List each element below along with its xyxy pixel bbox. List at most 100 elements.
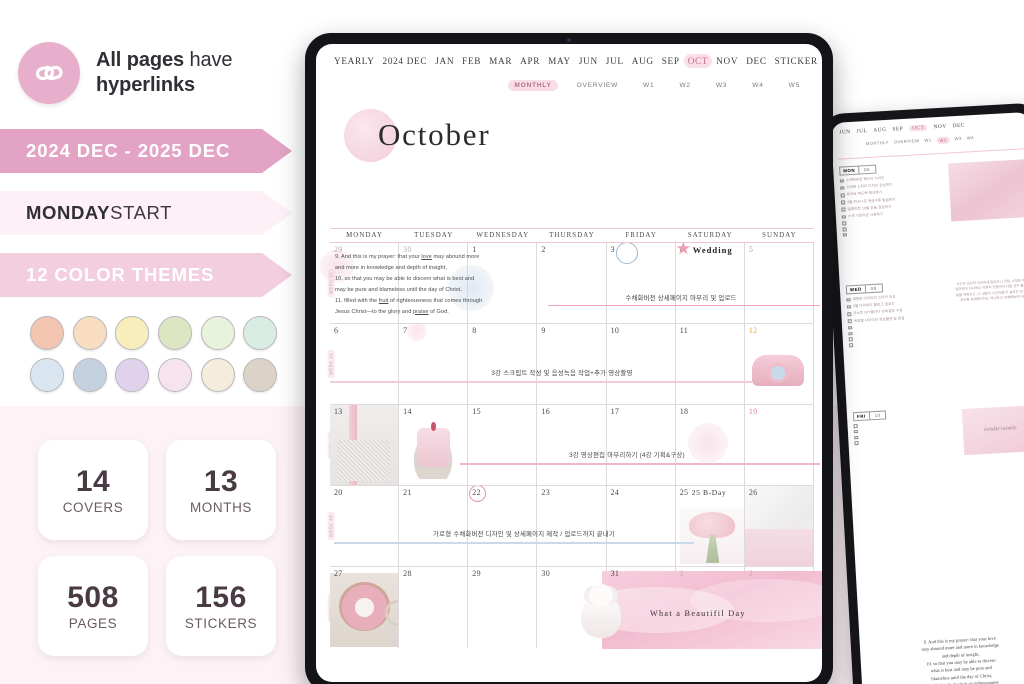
calendar-cell[interactable]: 9 [537, 324, 607, 404]
checkbox-icon[interactable] [841, 207, 846, 212]
checkbox-icon[interactable] [840, 186, 844, 191]
checkbox-icon[interactable] [848, 343, 853, 348]
nav-month-sep[interactable]: SEP [658, 54, 684, 68]
nav-month-jun[interactable]: JUN [575, 54, 602, 68]
color-swatch[interactable] [243, 358, 278, 392]
checkbox-icon[interactable] [853, 424, 858, 428]
checkbox-icon[interactable] [839, 179, 844, 183]
checkbox-icon[interactable] [846, 297, 851, 302]
color-swatch[interactable] [115, 316, 150, 350]
color-swatch[interactable] [72, 358, 107, 392]
checkbox-icon[interactable] [848, 337, 853, 342]
checkbox-icon[interactable] [848, 331, 853, 336]
calendar-cell[interactable]: 13 [330, 405, 400, 485]
nav-sub-w5[interactable]: W5 [783, 80, 806, 91]
checkbox-icon[interactable] [847, 312, 852, 317]
nav-sub-w4[interactable]: W4 [746, 80, 769, 91]
nav-month-may[interactable]: MAY [544, 54, 575, 68]
checkbox-icon[interactable] [842, 221, 846, 226]
right-nav-sub-item[interactable]: W1 [924, 137, 931, 144]
calendar-cell[interactable]: 18 [676, 405, 745, 485]
calendar-cell[interactable]: 29 [468, 567, 538, 648]
right-nav-sub-item-active[interactable]: W2 [936, 136, 950, 145]
calendar-cell[interactable]: 7 [399, 324, 469, 404]
checkbox-icon[interactable] [847, 325, 852, 330]
right-nav-month[interactable]: JUL [856, 128, 867, 135]
calendar-cell[interactable]: 24 [607, 486, 676, 566]
color-swatch[interactable] [72, 316, 107, 350]
checkbox-icon[interactable] [842, 233, 847, 237]
color-swatch[interactable] [158, 316, 192, 350]
checkbox-icon[interactable] [847, 319, 852, 324]
event-bar[interactable] [330, 381, 752, 383]
nav-month-apr[interactable]: APR [516, 54, 544, 68]
color-swatch[interactable] [30, 316, 64, 350]
nav-month-oct-active[interactable]: OCT [683, 54, 713, 68]
calendar-cell[interactable]: 27 [330, 567, 400, 648]
calendar-cell[interactable]: 25 25 B-Day [676, 486, 745, 566]
nav-month-nov[interactable]: NOV [712, 54, 742, 68]
checkbox-icon[interactable] [842, 227, 847, 232]
calendar-cell[interactable]: 3 [607, 243, 676, 323]
color-swatch[interactable] [115, 358, 150, 392]
nav-sub-overview[interactable]: OVERVIEW [571, 80, 624, 91]
calendar-cell[interactable]: 6 [330, 324, 400, 404]
calendar-cell[interactable]: 12 [745, 324, 814, 404]
calendar-cell[interactable]: 19 [745, 405, 814, 485]
checkbox-icon[interactable] [854, 441, 859, 446]
calendar-cell[interactable]: 26 [744, 486, 814, 566]
event-bar[interactable] [334, 542, 694, 544]
calendar-cell[interactable]: 14 [399, 405, 469, 485]
nav-month-sticker[interactable]: STICKER [771, 54, 822, 68]
calendar-cell[interactable]: 17 [607, 405, 676, 485]
calendar-cell[interactable]: 11 [676, 324, 745, 404]
color-swatch[interactable] [243, 316, 278, 350]
calendar-cell[interactable]: 8 [468, 324, 538, 404]
nav-month-mar[interactable]: MAR [485, 54, 516, 68]
calendar-cell[interactable]: 15 [468, 405, 538, 485]
checkbox-icon[interactable] [853, 429, 858, 434]
nav-sub-w2[interactable]: W2 [673, 80, 696, 91]
checkbox-icon[interactable] [854, 435, 858, 440]
color-swatch[interactable] [30, 358, 64, 392]
calendar-cell[interactable]: 20 [330, 486, 400, 566]
calendar-cell[interactable]: 28 [399, 567, 469, 648]
right-nav-month[interactable]: DEC [952, 123, 965, 130]
right-nav-month[interactable]: JUN [839, 129, 851, 136]
calendar-cell[interactable]: 21 [399, 486, 469, 566]
nav-sub-monthly-active[interactable]: MONTHLY [508, 80, 558, 91]
nav-month-jul[interactable]: JUL [602, 54, 628, 68]
calendar-cell[interactable]: 5 [745, 243, 814, 323]
nav-month-yearly[interactable]: YEARLY [330, 54, 379, 68]
right-nav-month[interactable]: AUG [873, 127, 887, 134]
nav-month-jan[interactable]: JAN [431, 54, 458, 68]
calendar-cell[interactable]: 10 [607, 324, 676, 404]
checkbox-icon[interactable] [841, 215, 846, 219]
event-bar[interactable] [460, 463, 820, 465]
right-nav-month-active[interactable]: OCT [909, 124, 928, 132]
right-nav-sub-item[interactable]: OVERVIEW [894, 138, 920, 146]
nav-month-feb[interactable]: FEB [458, 54, 485, 68]
nav-month-dec[interactable]: DEC [742, 54, 770, 68]
calendar-cell[interactable]: 23 [537, 486, 607, 566]
right-nav-month[interactable]: NOV [933, 124, 947, 131]
color-swatch[interactable] [200, 316, 235, 350]
nav-month-aug[interactable]: AUG [628, 54, 658, 68]
checkbox-icon[interactable] [840, 200, 845, 205]
color-swatch[interactable] [200, 358, 235, 392]
calendar-cell[interactable]: 16 [537, 405, 607, 485]
color-swatch[interactable] [158, 358, 192, 392]
calendar-cell[interactable]: 22 [468, 486, 538, 566]
checkbox-icon[interactable] [846, 305, 851, 309]
right-nav-sub-item[interactable]: W3 [954, 136, 961, 143]
calendar-cell[interactable]: 4 ☆ ★ Wedding [676, 243, 745, 323]
right-nav-sub-item[interactable]: W4 [966, 135, 973, 142]
right-nav-sub-item[interactable]: MONTHLY [866, 140, 889, 148]
nav-sub-w3[interactable]: W3 [710, 80, 733, 91]
event-bar[interactable] [548, 305, 820, 307]
calendar-cell[interactable]: 2 [537, 243, 607, 323]
nav-sub-w1[interactable]: W1 [637, 80, 660, 91]
checkbox-icon[interactable] [840, 193, 845, 198]
nav-month-2024dec[interactable]: 2024 DEC [379, 54, 432, 68]
right-nav-month[interactable]: SEP [892, 126, 903, 133]
